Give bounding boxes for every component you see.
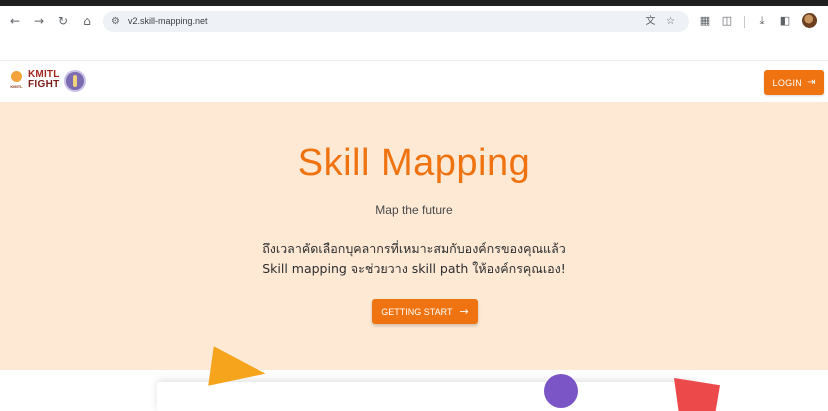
reload-icon[interactable]: ↻: [55, 13, 71, 29]
side-panel-icon[interactable]: ◧: [777, 13, 793, 29]
download-icon[interactable]: ⤓: [754, 13, 770, 29]
puzzle-icon[interactable]: ◫: [719, 13, 735, 29]
home-icon[interactable]: ⌂: [79, 13, 95, 29]
browser-toolbar: ← → ↻ ⌂ ⚙ v2.skill-mapping.net 文 ☆ ▦ ◫ ⤓…: [0, 6, 828, 36]
url-text[interactable]: v2.skill-mapping.net: [128, 15, 208, 28]
address-bar[interactable]: ⚙ v2.skill-mapping.net 文 ☆: [103, 11, 689, 32]
logo-line-2: FIGHT: [28, 79, 60, 90]
profile-avatar[interactable]: [802, 13, 817, 28]
site-header: KMITL KMITL FIGHT LOGIN ⇥: [0, 60, 828, 102]
extension-icon[interactable]: ▦: [697, 13, 713, 29]
site-logo[interactable]: KMITL KMITL FIGHT: [10, 69, 90, 97]
star-icon[interactable]: ☆: [664, 15, 677, 28]
hero-description-line-2: Skill mapping จะช่วยวาง skill path ให้อง…: [262, 261, 566, 276]
forward-arrow-icon[interactable]: →: [31, 13, 47, 29]
back-arrow-icon[interactable]: ←: [7, 13, 23, 29]
hero-section: Skill Mapping Map the future ถึงเวลาคัดเ…: [0, 102, 828, 370]
logo-wordmark: KMITL FIGHT: [28, 70, 60, 90]
getting-start-button[interactable]: GETTING START →: [372, 299, 478, 324]
translate-icon[interactable]: 文: [644, 15, 657, 28]
login-icon: ⇥: [807, 77, 816, 88]
arrow-right-icon: →: [459, 305, 469, 318]
kmitl-emblem-icon: KMITL: [10, 71, 23, 91]
getting-start-label: GETTING START: [381, 306, 453, 317]
hero-title: Skill Mapping: [297, 142, 531, 184]
hero-description-line-1: ถึงเวลาคัดเลือกบุคลากรที่เหมาะสมกับองค์ก…: [262, 241, 566, 256]
toolbar-divider: [744, 16, 745, 28]
tune-icon[interactable]: ⚙: [109, 15, 122, 28]
decorative-triangle: [208, 346, 269, 394]
university-seal-icon: [64, 70, 86, 92]
hero-subtitle: Map the future: [375, 203, 453, 217]
login-label: LOGIN: [772, 77, 803, 88]
browser-window: ← → ↻ ⌂ ⚙ v2.skill-mapping.net 文 ☆ ▦ ◫ ⤓…: [0, 6, 828, 411]
decorative-circle: [544, 374, 578, 408]
login-button[interactable]: LOGIN ⇥: [764, 70, 824, 95]
